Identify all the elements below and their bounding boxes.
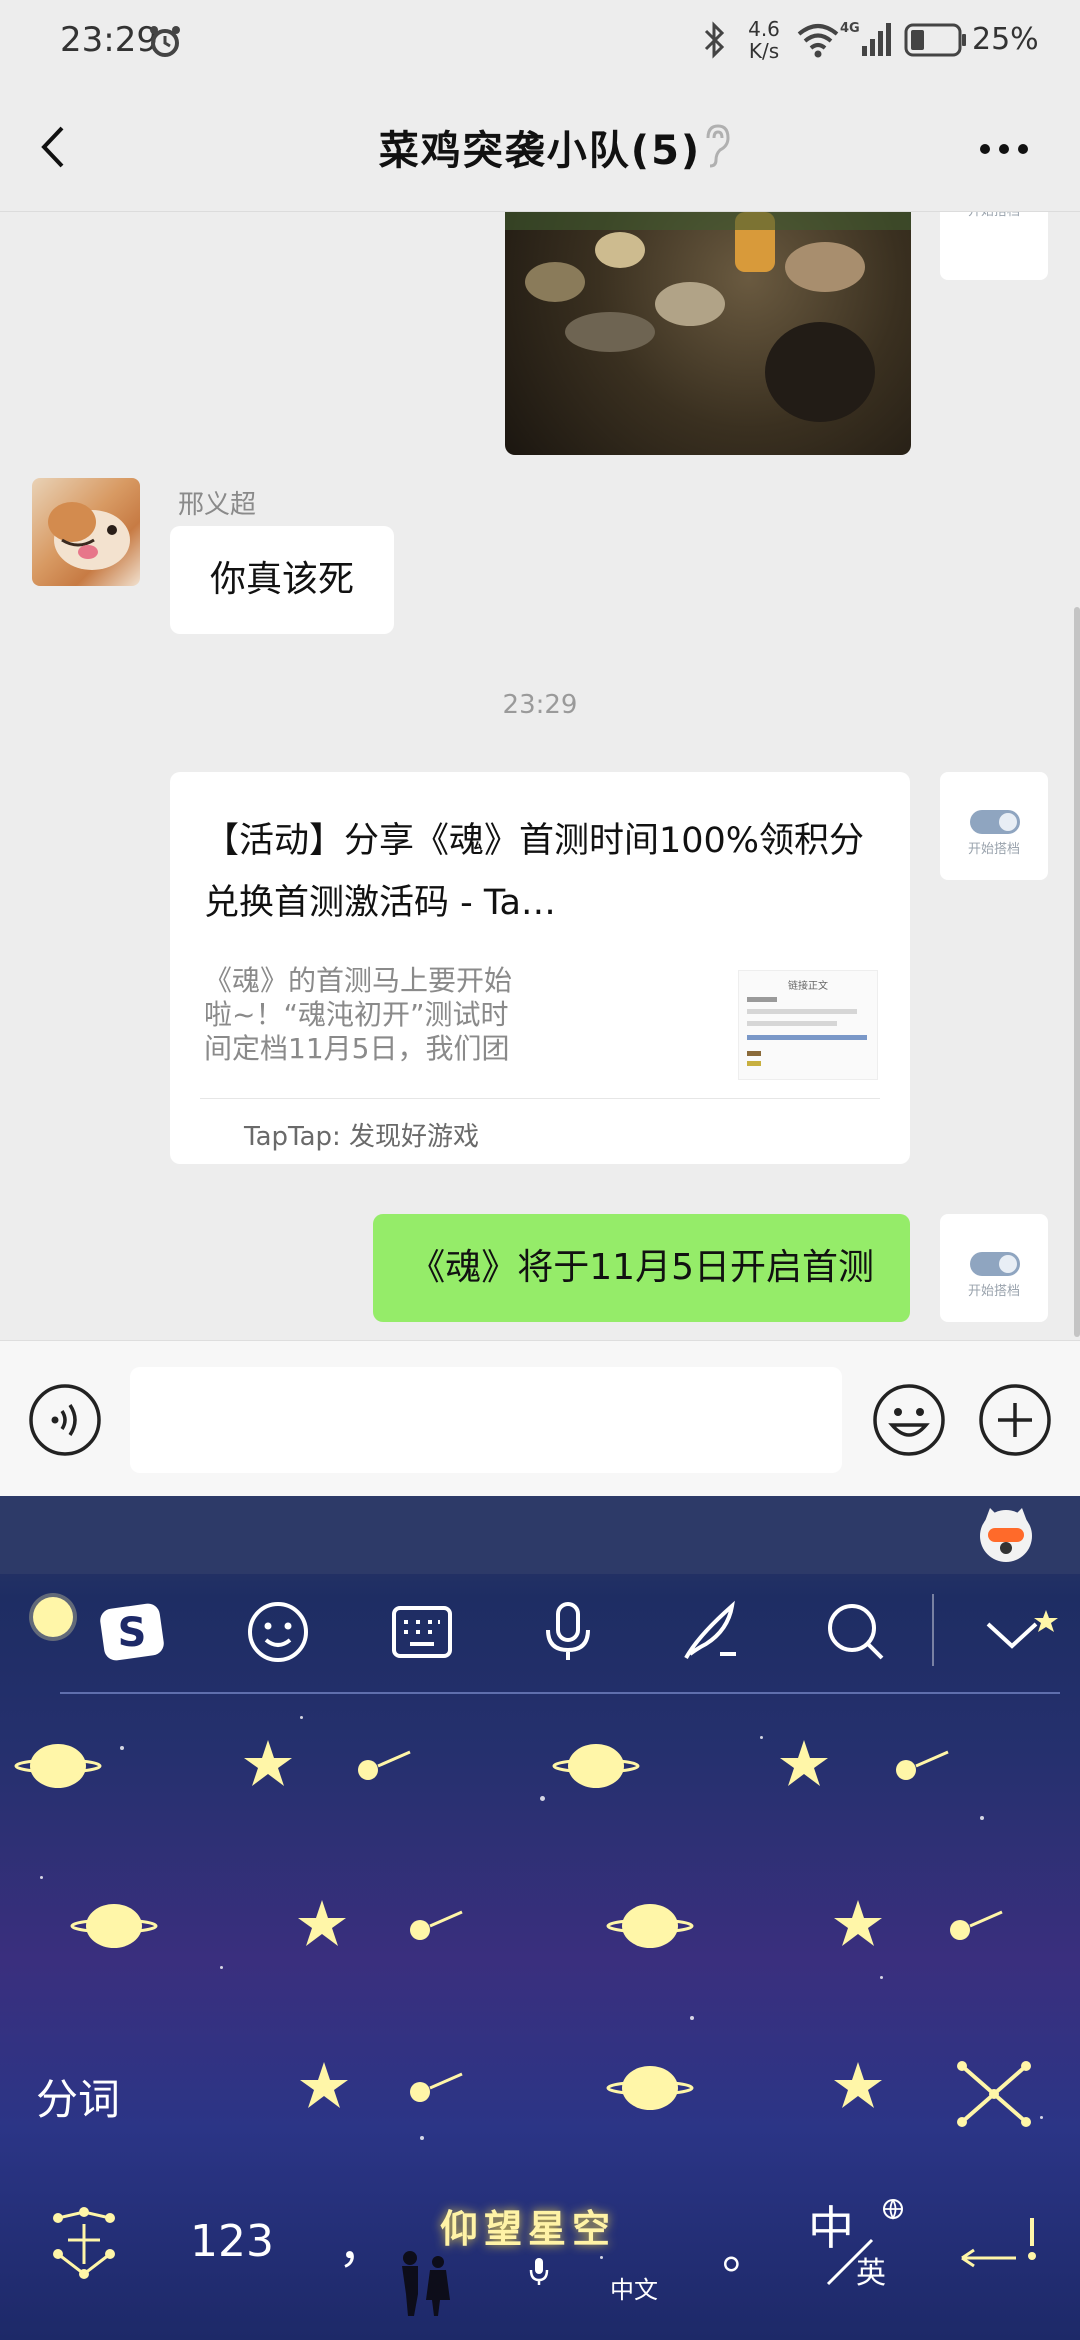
voice-toolbar-icon[interactable] [532, 1596, 604, 1668]
input-bar [0, 1340, 1080, 1496]
bluetooth-icon [704, 21, 725, 59]
my-avatar[interactable]: 开始搭档 [940, 212, 1048, 280]
wifi-icon [797, 24, 839, 58]
card-description: 《魂》的首测马上要开始啦~！“魂沌初开”测试时间定档11月5日，我们团队所有人… [204, 964, 513, 1065]
toolbar-underline [60, 1692, 1060, 1694]
net-speed: 4.6 K/s [748, 17, 780, 63]
space-key[interactable]: 仰望星空 中文 [402, 2186, 710, 2316]
status-time: 23:29 [60, 20, 158, 60]
scrollbar[interactable] [1074, 607, 1080, 1337]
couple-silhouette-icon [402, 2251, 450, 2316]
toolbar-divider [932, 1594, 934, 1666]
sogou-logo-icon[interactable]: S [96, 1596, 168, 1668]
space-lang-hint: 中文 [610, 2276, 658, 2304]
chat-title: 菜鸡突袭小队(5) [378, 128, 702, 174]
message-input[interactable] [130, 1367, 842, 1473]
emoji-toolbar-icon[interactable] [242, 1596, 314, 1668]
period-key[interactable]: 。 [722, 2212, 770, 2282]
incoming-message-bubble[interactable]: 你真该死 [170, 526, 395, 634]
search-icon[interactable] [820, 1596, 892, 1668]
number-key[interactable]: 123 [190, 2216, 274, 2267]
key-row-2[interactable] [0, 1886, 1080, 2006]
time-divider: 23:29 [502, 690, 578, 720]
enter-key-icon[interactable] [956, 2212, 1046, 2272]
more-actions-button[interactable] [978, 1383, 1052, 1457]
mute-ear-icon [706, 124, 730, 168]
moon-glow-icon [29, 1593, 77, 1641]
svg-text:4G: 4G [840, 21, 860, 36]
alarm-icon [150, 26, 180, 57]
signal-icon: 4G [840, 21, 891, 56]
symbol-key-icon[interactable] [44, 2204, 124, 2284]
svg-text:S: S [118, 1610, 147, 1656]
card-title: 【活动】分享《魂》首测时间100%领积分兑换首测激活码 - Ta… [204, 821, 865, 923]
space-key-label: 仰望星空 [440, 2207, 617, 2251]
language-switch-key[interactable]: 中 英 [806, 2192, 916, 2302]
key-row-1[interactable] [0, 1726, 1080, 1846]
lang-en-label: 英 [856, 2256, 886, 2291]
segment-word-key[interactable]: 分词 [36, 2066, 120, 2127]
sender-name: 邢义超 [178, 490, 257, 520]
my-avatar[interactable]: 开始搭档 [940, 1214, 1048, 1322]
more-options-icon[interactable] [978, 142, 1030, 156]
my-avatar[interactable]: 开始搭档 [940, 772, 1048, 880]
card-thumbnail: 链接正文 [738, 970, 878, 1080]
card-source: TapTap: 发现好游戏 [244, 1122, 480, 1152]
ime-keyboard: S 分词 123 ， 仰望星空 中文 。 中 英 [0, 1496, 1080, 2340]
key-row-3[interactable] [180, 2048, 940, 2168]
ime-mascot-icon[interactable] [976, 1504, 1036, 1564]
battery-level: 25% [972, 22, 1039, 57]
mic-small-icon [529, 2258, 549, 2285]
toggle-icon [970, 810, 1020, 834]
message-list[interactable]: 开始搭档 邢义超 你真该死 23:29 【活动】分享《魂》首测时间100%领积分… [0, 212, 1080, 1340]
shared-link-card[interactable]: 【活动】分享《魂》首测时间100%领积分兑换首测激活码 - Ta… 《魂》的首测… [170, 772, 910, 1164]
clear-key-icon[interactable] [952, 2052, 1036, 2136]
keyboard-top-strip [0, 1496, 1080, 1574]
globe-icon [883, 2199, 903, 2220]
toggle-icon [970, 1252, 1020, 1276]
emoji-button[interactable] [872, 1383, 946, 1457]
card-divider [200, 1098, 880, 1099]
dog-face-icon [48, 502, 130, 570]
collapse-keyboard-icon[interactable] [976, 1596, 1062, 1668]
comma-key[interactable]: ， [338, 2206, 386, 2276]
outgoing-message-bubble[interactable]: 《魂》将于11月5日开启首测 [373, 1214, 910, 1322]
voice-input-button[interactable] [28, 1383, 102, 1457]
photo-message[interactable] [505, 212, 911, 455]
sender-avatar[interactable] [32, 478, 140, 586]
chat-header: 菜鸡突袭小队(5) [0, 82, 1080, 212]
keyboard-layout-icon[interactable] [386, 1596, 458, 1668]
battery-icon [904, 23, 966, 57]
status-bar: 23:29 4.6 K/s 4G 25% [0, 0, 1080, 82]
quill-icon[interactable] [676, 1596, 748, 1668]
